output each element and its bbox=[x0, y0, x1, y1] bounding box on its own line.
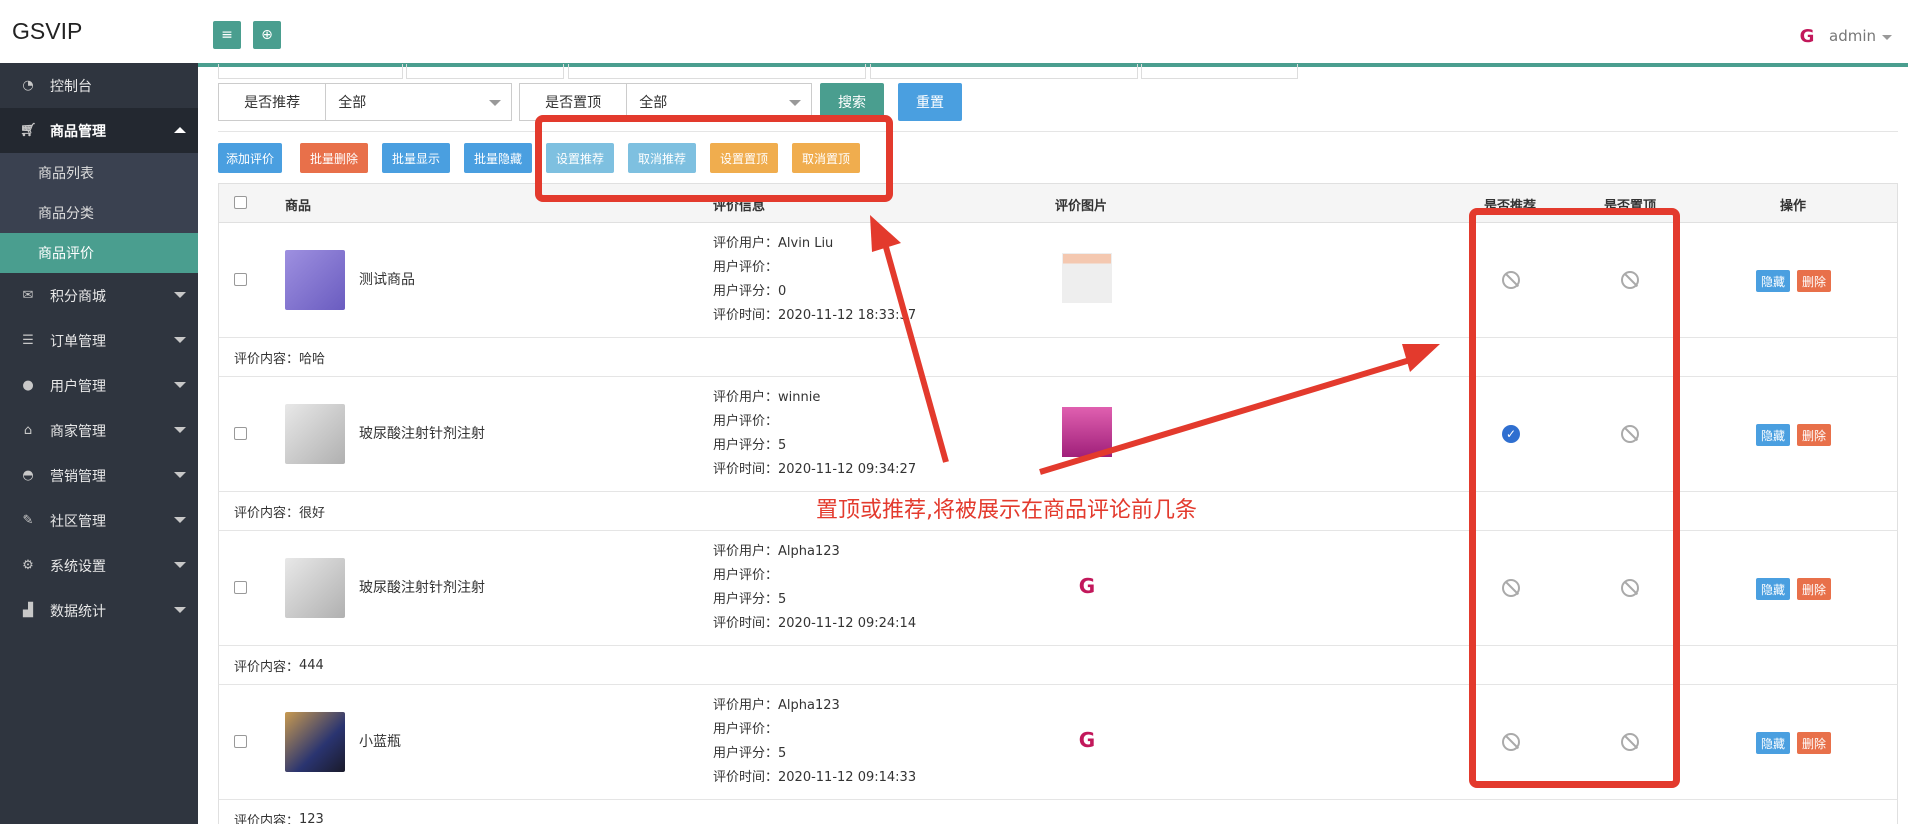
sidebar-item-settings[interactable]: ⚙ 系统设置 bbox=[0, 543, 198, 588]
col-image: 评价图片 bbox=[1055, 199, 1108, 214]
review-info: 评价用户：Alvin Liu 用户评价： 用户评分：0 评价时间：2020-11… bbox=[713, 236, 917, 323]
hide-button[interactable]: 隐藏 bbox=[1756, 578, 1790, 600]
chevron-down-icon bbox=[174, 292, 186, 298]
filter-recommend-select[interactable]: 全部 bbox=[326, 84, 511, 120]
hamburger-icon: ≡ bbox=[221, 27, 233, 43]
hide-button[interactable]: 隐藏 bbox=[1756, 270, 1790, 292]
top-bar: GSVIP ≡ ⊕ G admin bbox=[0, 0, 1908, 63]
chevron-down-icon bbox=[174, 472, 186, 478]
hide-button[interactable]: 隐藏 bbox=[1756, 424, 1790, 446]
filter-box-partial bbox=[218, 64, 403, 79]
cart-icon: 🛒︎ bbox=[20, 123, 37, 138]
filter-box-partial bbox=[1141, 64, 1298, 79]
chart-icon: ▟ bbox=[23, 603, 33, 618]
brand-logo: GSVIP bbox=[12, 18, 83, 44]
review-image-logo[interactable]: G bbox=[1062, 561, 1112, 611]
chevron-down-icon bbox=[174, 607, 186, 613]
product-thumbnail bbox=[285, 250, 345, 310]
home-icon: ⌂ bbox=[23, 423, 33, 438]
sidebar-item-dashboard[interactable]: ◔ 控制台 bbox=[0, 63, 198, 108]
filter-recommend-label: 是否推荐 bbox=[219, 84, 327, 120]
sidebar-item-community[interactable]: ✎ 社区管理 bbox=[0, 498, 198, 543]
globe-icon: ⊕ bbox=[261, 27, 273, 43]
chevron-down-icon bbox=[174, 517, 186, 523]
annotation-box-toolbar bbox=[535, 115, 893, 202]
list-icon: ☰ bbox=[22, 333, 34, 348]
row-checkbox[interactable] bbox=[234, 581, 247, 594]
sidebar-item-product-list[interactable]: 商品列表 bbox=[0, 153, 198, 193]
delete-button[interactable]: 删除 bbox=[1797, 424, 1831, 446]
chevron-down-icon bbox=[174, 562, 186, 568]
user-menu[interactable]: G admin bbox=[1791, 24, 1892, 48]
sidebar-item-marketing[interactable]: ◓ 营销管理 bbox=[0, 453, 198, 498]
product-name: 小蓝瓶 bbox=[359, 734, 401, 750]
globe-button[interactable]: ⊕ bbox=[253, 21, 281, 49]
wrench-icon: ✎ bbox=[22, 513, 34, 528]
chevron-down-icon bbox=[174, 337, 186, 343]
hide-button[interactable]: 隐藏 bbox=[1756, 732, 1790, 754]
filter-box-partial bbox=[870, 64, 1138, 79]
divider bbox=[218, 131, 1898, 132]
product-thumbnail bbox=[285, 404, 345, 464]
review-info: 评价用户：winnie 用户评价： 用户评分：5 评价时间：2020-11-12… bbox=[713, 390, 917, 477]
sidebar-item-merchants[interactable]: ⌂ 商家管理 bbox=[0, 408, 198, 453]
username: admin bbox=[1829, 27, 1876, 45]
chevron-down-icon bbox=[1882, 35, 1892, 40]
row-checkbox[interactable] bbox=[234, 735, 247, 748]
review-content-row: 评价内容： 123 bbox=[218, 800, 1898, 824]
annotation-text: 置顶或推荐,将被展示在商品评论前几条 bbox=[816, 498, 1197, 523]
add-review-button[interactable]: 添加评价 bbox=[218, 143, 282, 173]
chevron-down-icon bbox=[489, 100, 501, 106]
batch-delete-button[interactable]: 批量删除 bbox=[300, 143, 368, 173]
select-all-checkbox[interactable] bbox=[234, 196, 247, 209]
delete-button[interactable]: 删除 bbox=[1797, 270, 1831, 292]
product-name: 测试商品 bbox=[359, 272, 415, 288]
chevron-up-icon bbox=[174, 127, 186, 133]
chevron-down-icon bbox=[789, 100, 801, 106]
batch-hide-button[interactable]: 批量隐藏 bbox=[464, 143, 532, 173]
review-image[interactable] bbox=[1062, 407, 1112, 457]
product-thumbnail bbox=[285, 558, 345, 618]
row-checkbox[interactable] bbox=[234, 273, 247, 286]
col-ops: 操作 bbox=[1780, 199, 1807, 214]
gauge-icon: ◓ bbox=[22, 468, 34, 483]
sidebar-item-product-reviews[interactable]: 商品评价 bbox=[0, 233, 198, 273]
col-product: 商品 bbox=[285, 199, 312, 214]
annotation-box-columns bbox=[1469, 208, 1680, 788]
avatar: G bbox=[1799, 25, 1815, 47]
review-image-logo[interactable]: G bbox=[1062, 715, 1112, 765]
filter-recommend: 是否推荐 全部 bbox=[218, 83, 512, 121]
menu-toggle-button[interactable]: ≡ bbox=[213, 21, 241, 49]
product-name: 玻尿酸注射针剂注射 bbox=[359, 580, 485, 596]
review-image[interactable] bbox=[1062, 253, 1112, 303]
review-info: 评价用户：Alpha123 用户评价： 用户评分：5 评价时间：2020-11-… bbox=[713, 698, 917, 785]
users-icon: ● bbox=[22, 378, 34, 393]
reset-button[interactable]: 重置 bbox=[898, 83, 962, 121]
sidebar-item-product-category[interactable]: 商品分类 bbox=[0, 193, 198, 233]
delete-button[interactable]: 删除 bbox=[1797, 732, 1831, 754]
dashboard-icon: ◔ bbox=[22, 78, 34, 93]
filter-box-partial bbox=[568, 64, 866, 79]
product-thumbnail bbox=[285, 712, 345, 772]
filter-box-partial bbox=[406, 64, 564, 79]
product-name: 玻尿酸注射针剂注射 bbox=[359, 426, 485, 442]
gears-icon: ⚙ bbox=[22, 558, 34, 573]
sidebar-item-orders[interactable]: ☰ 订单管理 bbox=[0, 318, 198, 363]
delete-button[interactable]: 删除 bbox=[1797, 578, 1831, 600]
batch-show-button[interactable]: 批量显示 bbox=[382, 143, 450, 173]
sidebar-item-statistics[interactable]: ▟ 数据统计 bbox=[0, 588, 198, 633]
gift-icon: ✉ bbox=[22, 288, 34, 303]
sidebar: ◔ 控制台 🛒︎ 商品管理 商品列表 商品分类 商品评价 ✉ 积分商城 ☰ 订单管理 ●… bbox=[0, 63, 198, 824]
sidebar-item-points-mall[interactable]: ✉ 积分商城 bbox=[0, 273, 198, 318]
chevron-down-icon bbox=[174, 427, 186, 433]
chevron-down-icon bbox=[174, 382, 186, 388]
sidebar-item-users[interactable]: ● 用户管理 bbox=[0, 363, 198, 408]
sidebar-item-products[interactable]: 🛒︎ 商品管理 bbox=[0, 108, 198, 153]
review-info: 评价用户：Alpha123 用户评价： 用户评分：5 评价时间：2020-11-… bbox=[713, 544, 917, 631]
row-checkbox[interactable] bbox=[234, 427, 247, 440]
